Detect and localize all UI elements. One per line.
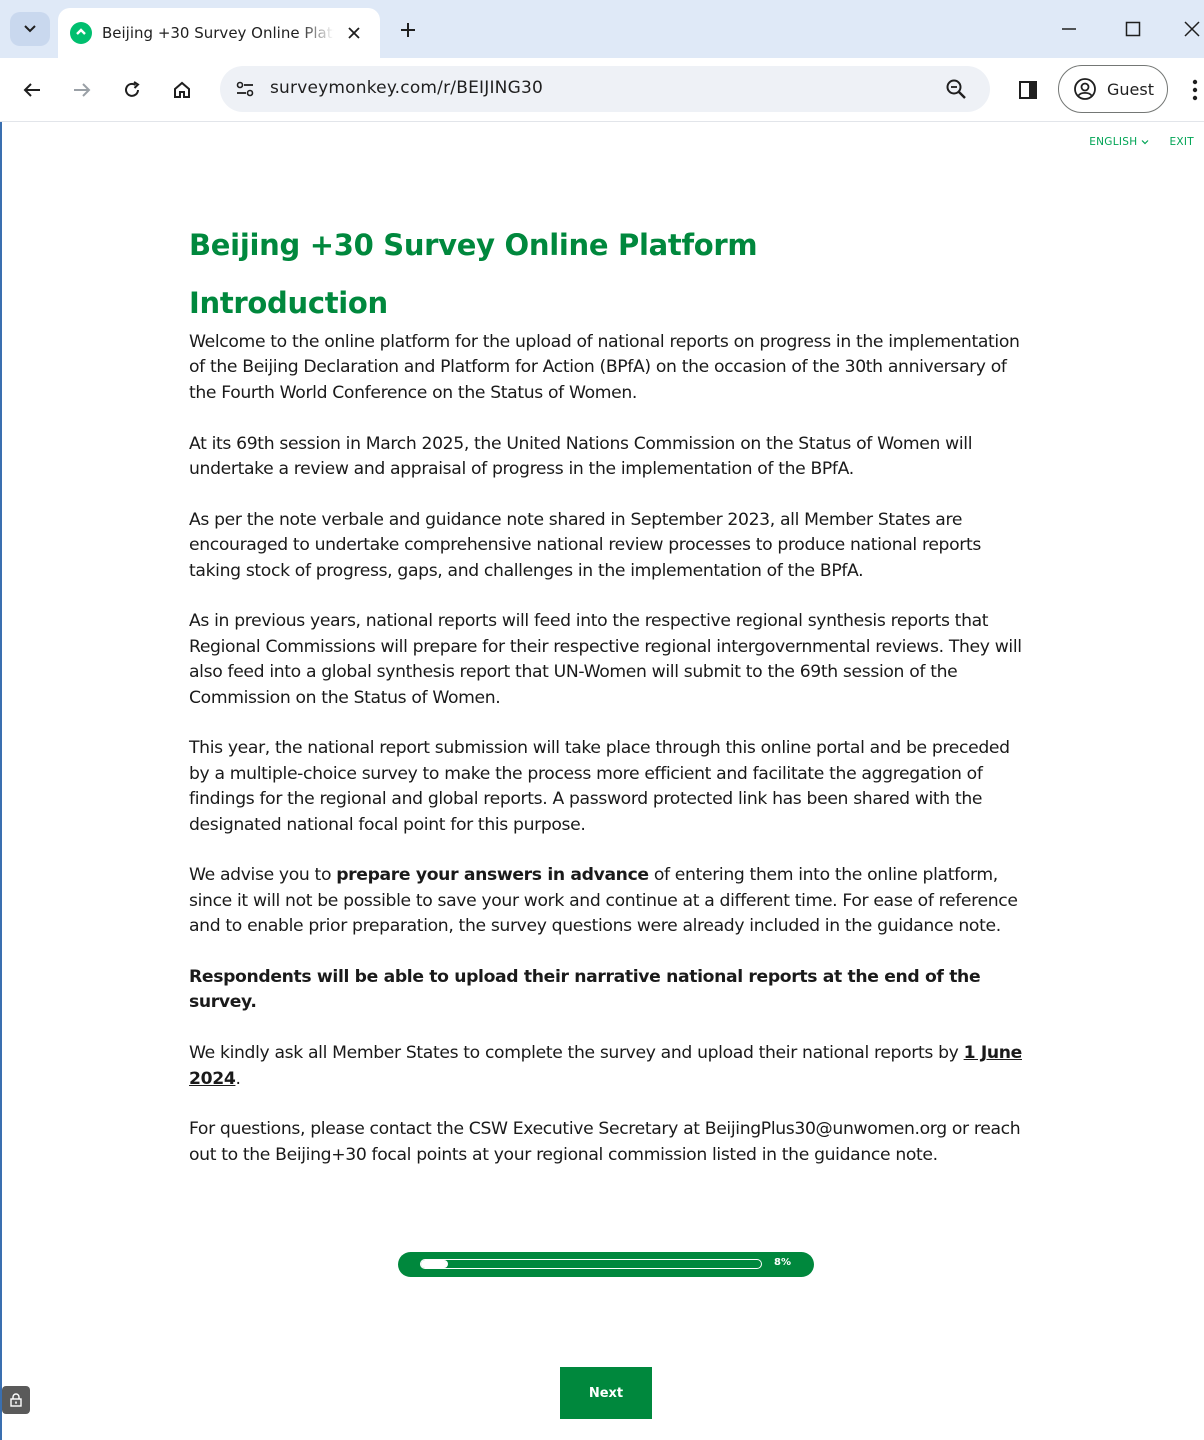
browser-menu-button[interactable] [1186, 74, 1204, 106]
minimize-button[interactable] [1054, 14, 1084, 44]
p8-text-after: . [235, 1068, 241, 1089]
home-button[interactable] [166, 74, 198, 106]
p6-bold-text: prepare your answers in advance [336, 865, 649, 886]
survey-header-links: ENGLISH EXIT [1089, 136, 1194, 148]
language-selector[interactable]: ENGLISH [1089, 136, 1149, 148]
tab-search-button[interactable] [10, 12, 50, 46]
intro-paragraph-4: As in previous years, national reports w… [189, 611, 1022, 708]
survey-title: Beijing +30 Survey Online Platform [189, 228, 758, 262]
p6-text-before: We advise you to [189, 865, 337, 886]
maximize-icon [1125, 21, 1141, 37]
tab-strip: Beijing +30 Survey Online Platform [0, 0, 1204, 58]
exit-link[interactable]: EXIT [1169, 136, 1194, 148]
browser-toolbar: surveymonkey.com/r/BEIJING30 Guest [0, 58, 1204, 122]
close-window-button[interactable] [1180, 14, 1204, 44]
reload-icon [125, 81, 140, 97]
side-panel-icon [1019, 81, 1037, 99]
intro-paragraph-3: As per the note verbale and guidance not… [189, 509, 981, 581]
forward-button[interactable] [66, 74, 98, 106]
next-button[interactable]: Next [560, 1367, 652, 1419]
survey-content: Beijing +30 Survey Online Platform Intro… [189, 228, 1029, 1194]
url-text[interactable]: surveymonkey.com/r/BEIJING30 [270, 78, 543, 98]
chevron-down-icon [24, 25, 36, 33]
intro-paragraph-7: Respondents will be able to upload their… [189, 967, 981, 1013]
language-label: ENGLISH [1089, 136, 1138, 148]
back-button[interactable] [16, 74, 48, 106]
intro-paragraph-6: We advise you to prepare your answers in… [189, 863, 1029, 939]
site-info-icon[interactable] [230, 74, 260, 104]
tab-close-icon[interactable] [344, 23, 364, 43]
progress-bar: 8% [398, 1252, 814, 1277]
maximize-button[interactable] [1118, 14, 1148, 44]
tab-title: Beijing +30 Survey Online Platform [102, 24, 334, 42]
intro-paragraph-2: At its 69th session in March 2025, the U… [189, 433, 973, 480]
progress-fill [421, 1260, 448, 1268]
plus-icon [401, 23, 415, 37]
profile-label: Guest [1107, 79, 1154, 99]
reload-button[interactable] [116, 74, 148, 106]
minimize-icon [1062, 28, 1076, 30]
home-icon [174, 81, 190, 98]
address-bar[interactable]: surveymonkey.com/r/BEIJING30 [220, 66, 990, 112]
lock-icon[interactable] [2, 1386, 30, 1414]
arrow-left-icon [23, 83, 40, 97]
profile-button[interactable]: Guest [1058, 65, 1168, 113]
browser-tab[interactable]: Beijing +30 Survey Online Platform [58, 8, 380, 58]
intro-paragraph-9: For questions, please contact the CSW Ex… [189, 1119, 1021, 1165]
progress-track [420, 1259, 762, 1269]
intro-paragraph-8: We kindly ask all Member States to compl… [189, 1041, 1029, 1092]
p8-text-before: We kindly ask all Member States to compl… [189, 1043, 964, 1064]
side-panel-button[interactable] [1012, 74, 1044, 106]
intro-paragraph-1: Welcome to the online platform for the u… [189, 332, 1020, 403]
section-title: Introduction [189, 286, 388, 320]
surveymonkey-favicon-icon [70, 22, 92, 44]
intro-paragraph-5: This year, the national report submissio… [189, 738, 1010, 835]
new-tab-button[interactable] [394, 16, 422, 44]
zoom-icon[interactable] [942, 75, 970, 103]
more-vert-icon [1192, 79, 1198, 101]
close-icon [1184, 21, 1200, 37]
chevron-down-icon [1142, 140, 1149, 145]
survey-page: ENGLISH EXIT Beijing +30 Survey Online P… [0, 122, 1204, 1440]
arrow-right-icon [74, 83, 91, 97]
account-circle-icon [1074, 78, 1096, 100]
progress-label: 8% [774, 1257, 791, 1268]
